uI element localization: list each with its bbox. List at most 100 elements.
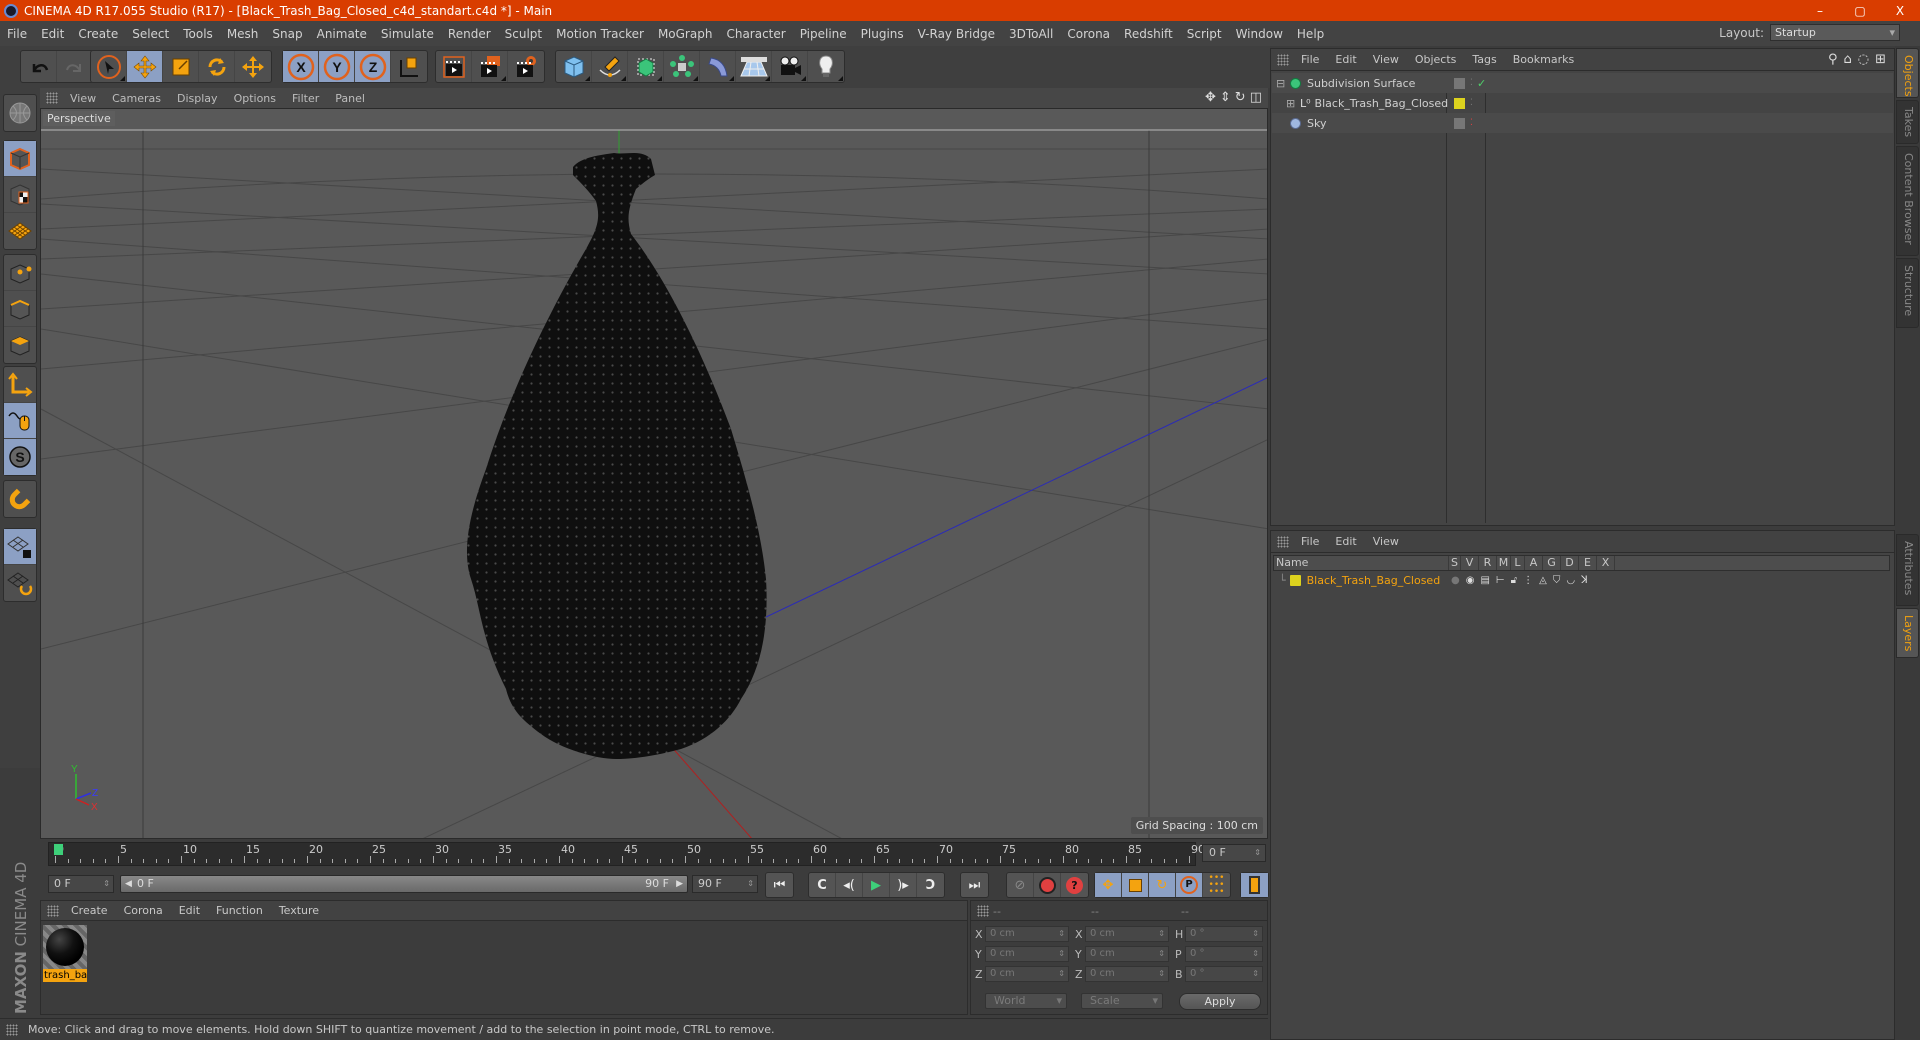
tab-takes[interactable]: Takes (1896, 100, 1919, 144)
render-view-button[interactable] (436, 51, 472, 82)
generators-icon[interactable]: ◬ (1539, 575, 1547, 586)
layout-dropdown[interactable]: Startup (1770, 24, 1900, 41)
layer-swatch[interactable] (1454, 77, 1465, 89)
material-menu-corona[interactable]: Corona (116, 904, 171, 917)
menu-mograph[interactable]: MoGraph (651, 27, 720, 41)
material-menu-texture[interactable]: Texture (271, 904, 327, 917)
layer-menu-file[interactable]: File (1293, 535, 1327, 548)
object-menu-edit[interactable]: Edit (1327, 53, 1364, 66)
material-menu-edit[interactable]: Edit (171, 904, 208, 917)
undo-button[interactable] (21, 51, 57, 82)
viewport-menu-cameras[interactable]: Cameras (104, 92, 169, 105)
col-solo[interactable]: S (1449, 556, 1461, 570)
object-menu-bookmarks[interactable]: Bookmarks (1505, 53, 1582, 66)
trash-bag-model[interactable] (466, 153, 767, 759)
col-xref[interactable]: X (1597, 556, 1615, 570)
recent-tool-button[interactable] (235, 51, 271, 82)
next-key-button[interactable]: Ↄ (917, 873, 944, 897)
x-axis-button[interactable]: X (283, 51, 319, 82)
object-row-sky[interactable]: Sky ⁚ (1272, 113, 1893, 133)
layer-color-swatch[interactable] (1289, 574, 1301, 586)
scale-tool-button[interactable] (163, 51, 199, 82)
size-mode-dropdown[interactable]: Scale (1081, 993, 1163, 1009)
rotate-view-icon[interactable]: ↻ (1235, 90, 1246, 105)
zoom-view-icon[interactable]: ⇕ (1220, 90, 1231, 105)
size-y-field[interactable]: 0 cm ⇕ (1085, 946, 1169, 962)
workplane-align-button[interactable] (4, 565, 36, 601)
menu-plugins[interactable]: Plugins (854, 27, 911, 41)
cloner-button[interactable] (664, 51, 700, 82)
subdivision-surface-button[interactable] (628, 51, 664, 82)
coordinate-system-button[interactable] (391, 51, 427, 82)
size-z-field[interactable]: 0 cm ⇕ (1085, 966, 1169, 982)
panel-grip-icon[interactable] (977, 904, 989, 917)
layer-swatch[interactable] (1454, 97, 1465, 109)
col-deformers[interactable]: D (1561, 556, 1579, 570)
position-z-field[interactable]: 0 cm ⇕ (985, 966, 1069, 982)
object-row-black-trash-bag[interactable]: ⊞ L⁰ Black_Trash_Bag_Closed ⁚ (1272, 93, 1893, 113)
menu-redshift[interactable]: Redshift (1117, 27, 1180, 41)
edges-mode-button[interactable] (4, 291, 36, 327)
prev-frame-button[interactable]: ◂( (836, 873, 863, 897)
col-locked[interactable]: L (1511, 556, 1525, 570)
apply-button[interactable]: Apply (1179, 993, 1261, 1010)
col-view[interactable]: V (1461, 556, 1479, 570)
menu-pipeline[interactable]: Pipeline (793, 27, 854, 41)
workplane-mode-button[interactable] (4, 213, 36, 249)
enabled-check-icon[interactable]: ✓ (1477, 77, 1486, 90)
position-y-field[interactable]: 0 cm ⇕ (985, 946, 1069, 962)
tweak-mode-button[interactable] (4, 403, 36, 439)
animation-icon[interactable]: ⋮ (1523, 575, 1533, 586)
texture-mode-button[interactable] (4, 177, 36, 213)
layer-name[interactable]: Black_Trash_Bag_Closed (1307, 574, 1457, 587)
menu-simulate[interactable]: Simulate (374, 27, 441, 41)
end-frame-field[interactable]: 90 F ⇕ (692, 875, 758, 893)
menu-render[interactable]: Render (441, 27, 498, 41)
layer-swatch[interactable] (1454, 117, 1465, 129)
deformer-button[interactable] (700, 51, 736, 82)
render-clapper-icon[interactable]: ▤ (1480, 575, 1489, 586)
menu-help[interactable]: Help (1290, 27, 1331, 41)
toggle-layout-icon[interactable]: ◫ (1250, 90, 1262, 105)
menu-script[interactable]: Script (1180, 27, 1229, 41)
preview-range-slider[interactable]: ◀ 0 F 90 F ▶ (120, 875, 688, 893)
motion-record-button[interactable]: ⊘ (1007, 873, 1034, 897)
menu-animate[interactable]: Animate (310, 27, 374, 41)
menu-character[interactable]: Character (719, 27, 792, 41)
home-icon[interactable]: ⌂ (1843, 52, 1851, 67)
eye-icon[interactable]: ◌ (1858, 52, 1869, 67)
redo-button[interactable] (57, 51, 93, 82)
camera-label[interactable]: Perspective (43, 111, 115, 126)
new-panel-icon[interactable]: ⊞ (1875, 52, 1886, 67)
camera-button[interactable] (772, 51, 808, 82)
col-name[interactable]: Name (1274, 556, 1449, 570)
key-rotation-button[interactable]: ↻ (1149, 873, 1176, 897)
restore-button[interactable]: ▢ (1840, 0, 1880, 21)
visibility-dots[interactable]: ⁚ (1470, 78, 1473, 88)
polygons-mode-button[interactable] (4, 327, 36, 363)
key-param-button[interactable]: P (1176, 873, 1203, 897)
menu-motion-tracker[interactable]: Motion Tracker (549, 27, 651, 41)
view-eye-icon[interactable]: ◉ (1466, 575, 1475, 586)
col-generators[interactable]: G (1543, 556, 1561, 570)
material-menu-create[interactable]: Create (63, 904, 116, 917)
current-frame-field[interactable]: 0 F ⇕ (1202, 844, 1266, 862)
solo-icon[interactable]: ● (1451, 575, 1460, 586)
rotation-h-field[interactable]: 0 ° ⇕ (1185, 926, 1263, 942)
start-frame-field[interactable]: 0 F ⇕ (48, 875, 114, 893)
viewport-menu-filter[interactable]: Filter (284, 92, 327, 105)
record-active-button[interactable] (1034, 873, 1061, 897)
coordinate-space-dropdown[interactable]: World (985, 993, 1067, 1009)
col-expressions[interactable]: E (1579, 556, 1597, 570)
expand-toggle[interactable]: ⊞ (1286, 97, 1296, 110)
tab-content-browser[interactable]: Content Browser (1896, 146, 1919, 256)
rotate-tool-button[interactable] (199, 51, 235, 82)
col-manager[interactable]: M (1497, 556, 1511, 570)
magnet-button[interactable] (4, 481, 36, 517)
search-icon[interactable]: ⚲ (1828, 52, 1838, 67)
material-item[interactable]: trash_ba (43, 925, 87, 982)
collapse-toggle[interactable]: ⊟ (1276, 77, 1286, 90)
tab-attributes[interactable]: Attributes (1896, 534, 1919, 606)
workplane-lock-button[interactable] (4, 529, 36, 565)
panel-grip-icon[interactable] (47, 904, 59, 917)
